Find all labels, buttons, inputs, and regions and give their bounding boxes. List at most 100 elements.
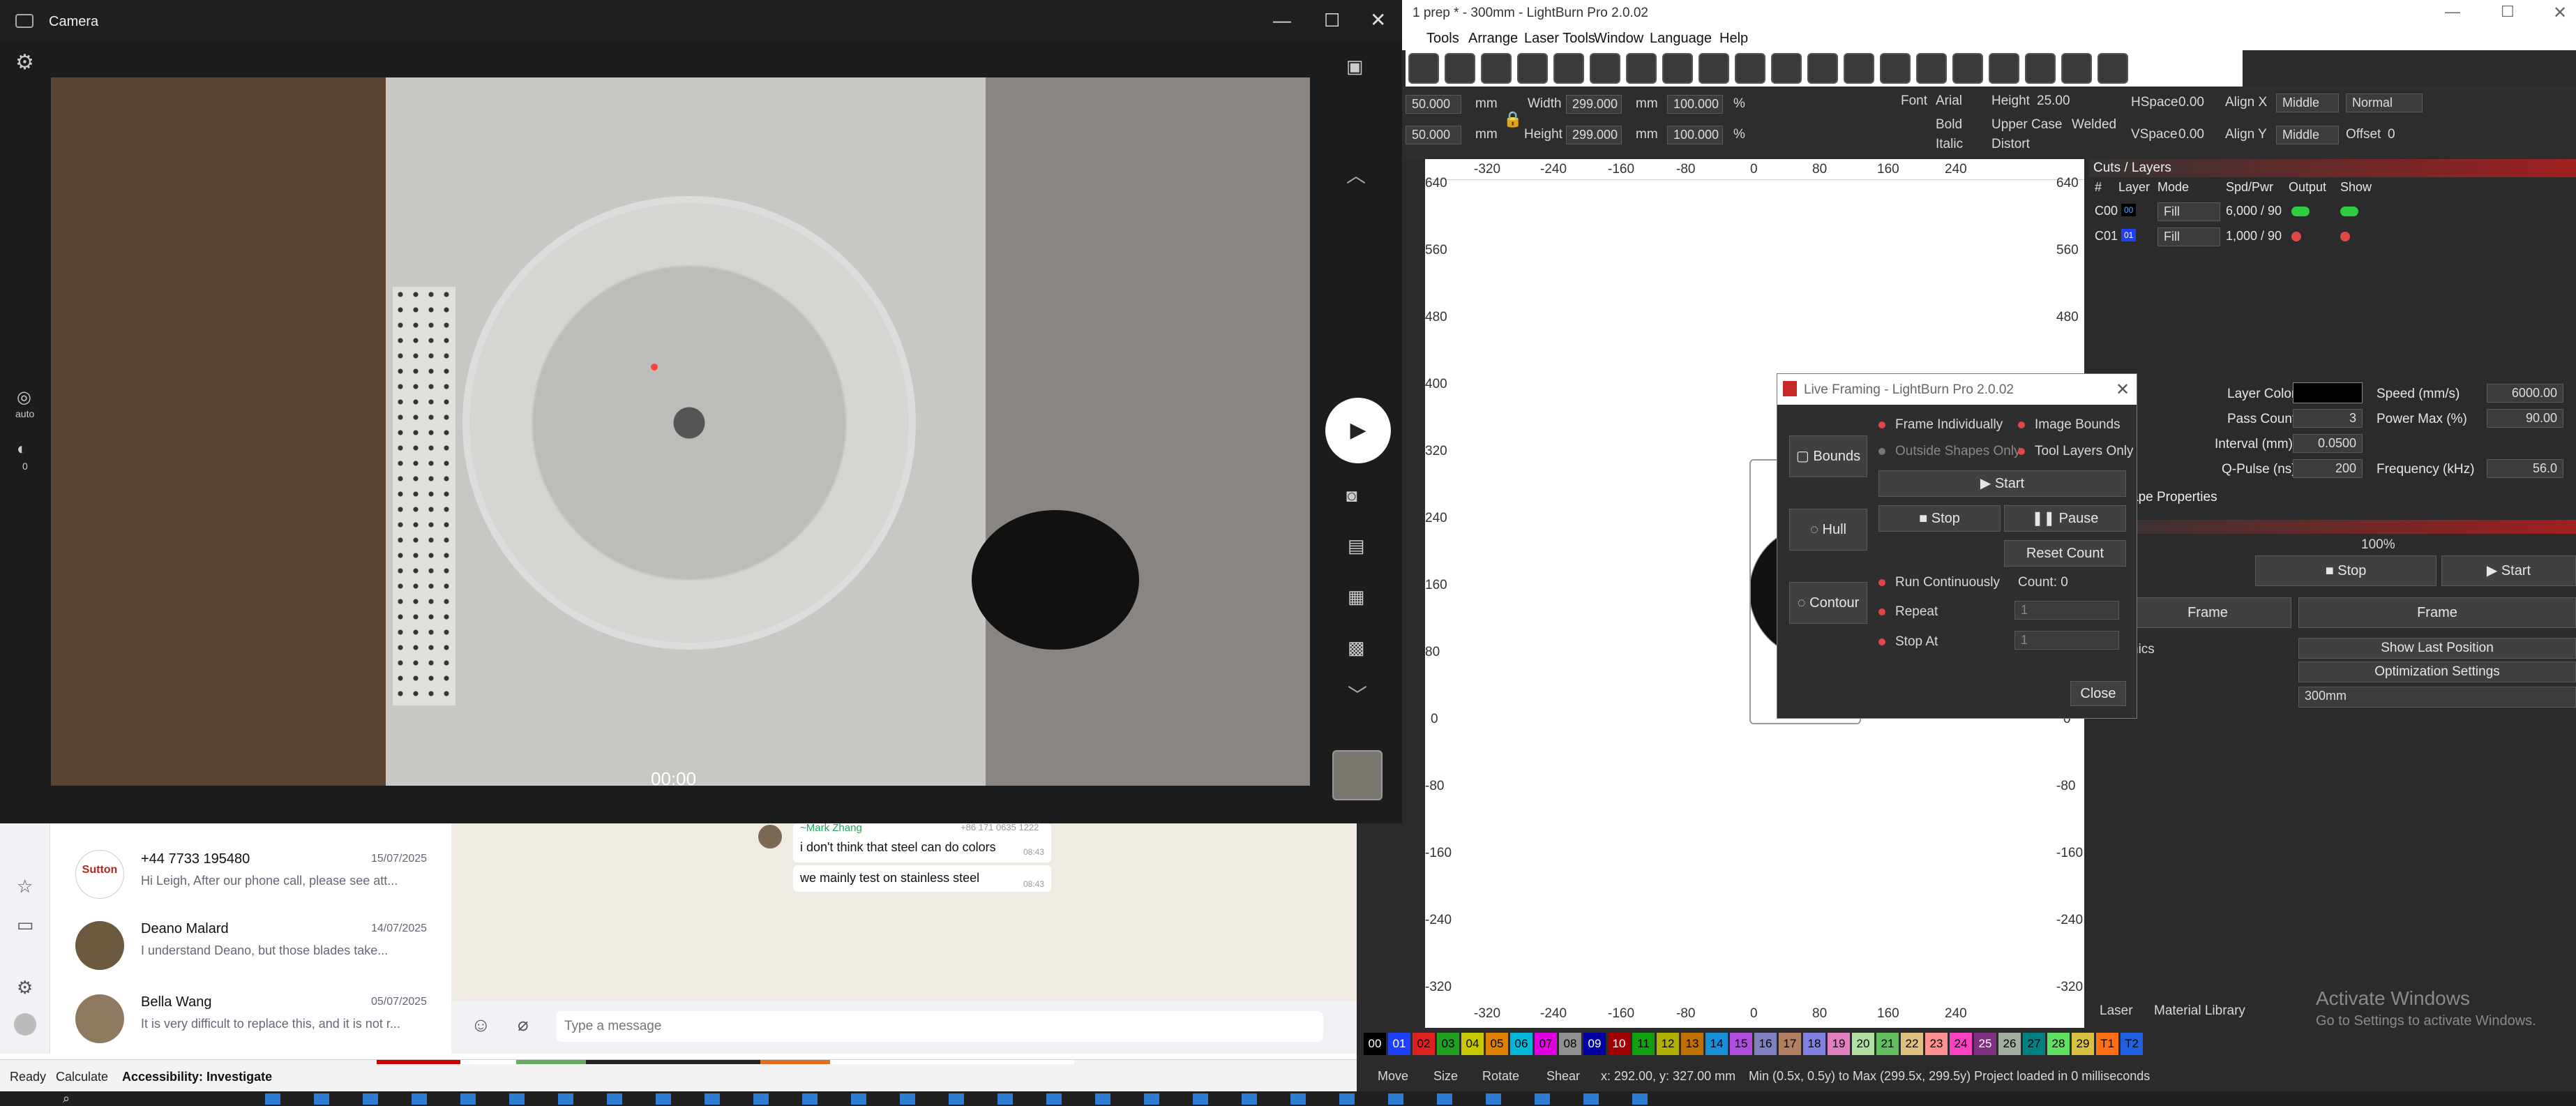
align-x-select[interactable]: Middle — [2276, 94, 2339, 112]
outside-shapes-option[interactable]: Outside Shapes Only — [1878, 444, 2021, 459]
laser-stop-button[interactable]: ■ Stop — [2255, 555, 2436, 586]
close-button[interactable]: Close — [2070, 681, 2126, 706]
palette-chip[interactable]: 07 — [1535, 1033, 1557, 1055]
menu-window[interactable]: Window — [1594, 31, 1643, 47]
show-last-position-button[interactable]: Show Last Position — [2298, 638, 2576, 659]
palette-chip[interactable]: 13 — [1681, 1033, 1703, 1055]
status-shear[interactable]: Shear — [1546, 1069, 1580, 1084]
import-icon[interactable] — [1445, 53, 1475, 84]
target-icon[interactable] — [2061, 53, 2092, 84]
output-toggle[interactable] — [2291, 232, 2301, 241]
frequency-field[interactable]: 56.0 — [2487, 459, 2563, 478]
emoji-icon[interactable]: ☺ — [471, 1014, 491, 1036]
contour-button[interactable]: ◌ Contour — [1789, 582, 1867, 624]
optimization-settings-button[interactable]: Optimization Settings — [2298, 662, 2576, 682]
table-row[interactable]: C00 00 Fill 6,000 / 90 — [2089, 200, 2543, 223]
tab-material-library[interactable]: Material Library — [2154, 1003, 2245, 1019]
status-calculate[interactable]: Calculate — [56, 1070, 108, 1084]
repeat-option[interactable]: Repeat — [1878, 604, 1938, 620]
document-mode-icon[interactable]: ▤ — [1348, 535, 1365, 557]
close-icon[interactable]: ✕ — [2553, 3, 2567, 23]
width-pct-field[interactable]: 100.000 — [1667, 95, 1723, 114]
palette-chip[interactable]: 11 — [1632, 1033, 1655, 1055]
palette-chip[interactable]: 09 — [1583, 1033, 1606, 1055]
palette-chip[interactable]: 16 — [1754, 1033, 1777, 1055]
image-bounds-option[interactable]: Image Bounds — [2018, 417, 2121, 433]
speed-field[interactable]: 6000.00 — [2487, 384, 2563, 403]
redo-icon[interactable] — [1553, 53, 1584, 84]
show-toggle[interactable] — [2340, 232, 2350, 241]
output-toggle[interactable] — [2291, 207, 2310, 216]
status-size[interactable]: Size — [1433, 1069, 1458, 1084]
move-icon[interactable] — [1698, 53, 1729, 84]
delete-icon[interactable] — [1662, 53, 1693, 84]
camera-preview-icon[interactable]: ▣ — [1346, 56, 1364, 77]
palette-chip[interactable]: 19 — [1828, 1033, 1850, 1055]
menu-help[interactable]: Help — [1719, 31, 1748, 47]
bounds-button[interactable]: ▢ Bounds — [1789, 435, 1867, 477]
offset-value[interactable]: 0 — [2388, 127, 2395, 142]
chat-item[interactable]: Bella Wang 05/07/2025 It is very difficu… — [50, 994, 451, 1054]
export-icon[interactable] — [1481, 53, 1512, 84]
show-toggle[interactable] — [2340, 207, 2358, 216]
camera-exposure-icon[interactable]: ◐ — [17, 440, 27, 459]
palette-chip[interactable]: 06 — [1510, 1033, 1532, 1055]
height-field[interactable]: 299.000 — [1566, 126, 1622, 144]
palette-chip[interactable]: 25 — [1974, 1033, 1996, 1055]
mode-select[interactable]: Fill — [2157, 227, 2220, 246]
palette-chip[interactable]: 29 — [2072, 1033, 2094, 1055]
menu-tools[interactable]: Tools — [1426, 31, 1459, 47]
align-icon[interactable] — [1989, 53, 2019, 84]
live-start-button[interactable]: ▶ Start — [1878, 470, 2126, 497]
hull-button[interactable]: ◌ Hull — [1789, 509, 1867, 551]
monitor-icon[interactable] — [1880, 53, 1911, 84]
stop-at-option[interactable]: Stop At — [1878, 634, 1938, 650]
video-record-button[interactable]: ▶ — [1325, 398, 1391, 463]
palette-chip[interactable]: 18 — [1803, 1033, 1825, 1055]
minimize-icon[interactable]: — — [1273, 10, 1291, 31]
camera-auto-icon[interactable]: ◎ — [17, 387, 31, 408]
palette-chip[interactable]: T2 — [2121, 1033, 2143, 1055]
settings-icon[interactable]: ⚙ — [17, 977, 33, 999]
dialog-close-icon[interactable]: ✕ — [2116, 380, 2130, 400]
palette-chip[interactable]: 14 — [1705, 1033, 1728, 1055]
whiteboard-mode-icon[interactable]: ▦ — [1348, 586, 1365, 608]
pos-y-field[interactable]: 50.000 — [1406, 126, 1461, 144]
palette-chip[interactable]: 26 — [1998, 1033, 2021, 1055]
zoom-out-icon[interactable] — [1771, 53, 1802, 84]
device-select[interactable]: 300mm — [2298, 687, 2576, 708]
palette-chip[interactable]: T1 — [2096, 1033, 2118, 1055]
palette-chip[interactable]: 02 — [1413, 1033, 1435, 1055]
photo-mode-icon[interactable]: ◙ — [1346, 485, 1357, 507]
reset-count-button[interactable]: Reset Count — [2004, 540, 2126, 567]
normal-select[interactable]: Normal — [2346, 94, 2423, 112]
palette-chip[interactable]: 17 — [1779, 1033, 1801, 1055]
chat-item[interactable]: Sutton +44 7733 195480 15/07/2025 Hi Lei… — [50, 844, 451, 914]
palette-chip[interactable]: 00 — [1364, 1033, 1386, 1055]
pass-count-field[interactable]: 3 — [2293, 409, 2363, 428]
frame-button-2[interactable]: Frame — [2298, 597, 2576, 628]
grid-icon[interactable] — [2097, 53, 2128, 84]
chevron-down-icon[interactable]: ﹀ — [1348, 680, 1367, 708]
mirror-icon[interactable] — [2025, 53, 2056, 84]
palette-chip[interactable]: 12 — [1657, 1033, 1679, 1055]
palette-chip[interactable]: 22 — [1901, 1033, 1923, 1055]
live-pause-button[interactable]: ❚❚ Pause — [2004, 505, 2126, 532]
menu-arrange[interactable]: Arrange — [1468, 31, 1518, 47]
maximize-icon[interactable]: ☐ — [2501, 3, 2515, 21]
palette-chip[interactable]: 23 — [1925, 1033, 1948, 1055]
live-stop-button[interactable]: ■ Stop — [1878, 505, 2001, 532]
chat-item[interactable]: Deano Malard 14/07/2025 I understand Dea… — [50, 921, 451, 991]
bold-label[interactable]: Bold — [1936, 117, 1962, 133]
lock-icon[interactable]: 🔒 — [1503, 110, 1522, 128]
align-y-select[interactable]: Middle — [2276, 126, 2339, 144]
maximize-icon[interactable]: ☐ — [1324, 10, 1340, 31]
frame-individually-option[interactable]: Frame Individually — [1878, 417, 2003, 433]
pos-x-field[interactable]: 50.000 — [1406, 95, 1461, 114]
menu-language[interactable]: Language — [1650, 31, 1712, 47]
palette-chip[interactable]: 03 — [1437, 1033, 1459, 1055]
palette-chip[interactable]: 04 — [1461, 1033, 1484, 1055]
minimize-icon[interactable]: — — [2445, 3, 2460, 21]
archive-icon[interactable]: ▭ — [17, 914, 34, 936]
paste-icon[interactable] — [1626, 53, 1657, 84]
